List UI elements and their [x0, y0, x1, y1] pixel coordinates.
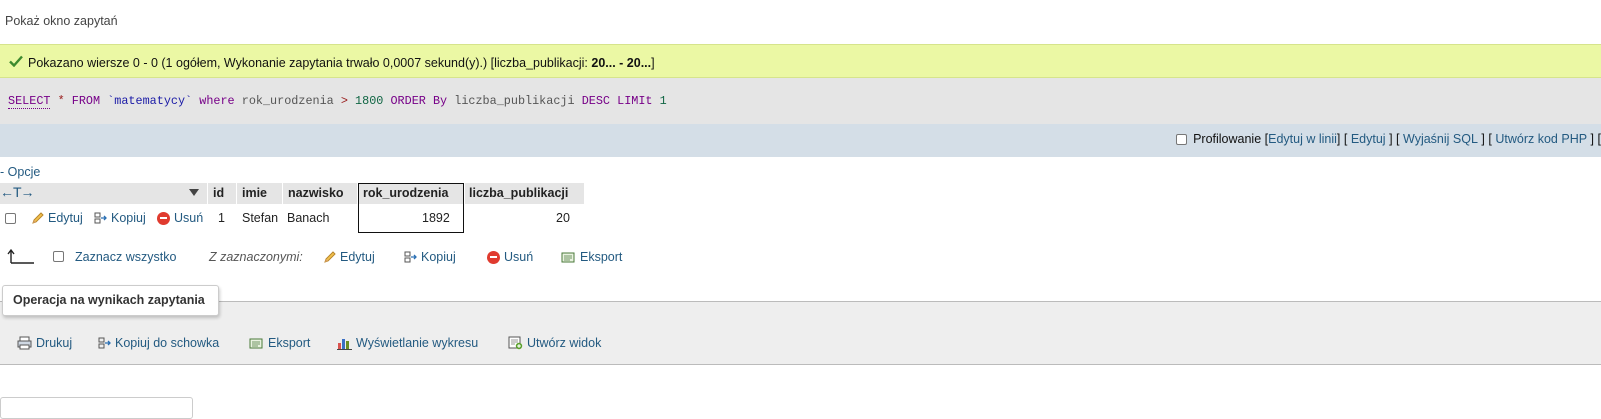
copy-to-clipboard-label: Kopiuj do schowka [115, 336, 220, 350]
sql-table-name: `matematycy` [107, 94, 193, 108]
bracket: ] [1389, 132, 1393, 146]
options-link[interactable]: - Opcje [0, 165, 40, 179]
copy-icon [404, 251, 417, 263]
create-view-label: Utwórz widok [527, 336, 602, 350]
profiling-checkbox[interactable] [1176, 133, 1188, 145]
column-separator [236, 183, 237, 204]
cell-liczba-publikacji[interactable]: 20 [556, 211, 570, 225]
show-query-window-link[interactable]: Pokaż okno zapytań [5, 14, 118, 28]
bracket: [ [1343, 132, 1348, 146]
bulk-edit-button[interactable]: Edytuj [323, 250, 375, 264]
query-results-operations-title: Operacja na wynikach zapytania [2, 285, 219, 316]
query-results-operations-panel: Drukuj Kopiuj do schowka Eksport Wyświet… [0, 301, 1601, 365]
export-icon [561, 252, 575, 262]
bracket: ] [1336, 132, 1341, 146]
bracket: [ [1396, 132, 1400, 146]
sql-column: rok_urodzenia [241, 94, 334, 108]
display-chart-label: Wyświetlanie wykresu [356, 336, 479, 350]
bulk-delete-label: Usuń [504, 250, 534, 264]
bulk-export-label: Eksport [580, 250, 623, 264]
sql-operator: > [340, 94, 348, 108]
sql-column: liczba_publikacji [454, 94, 575, 108]
bracket: ] [1590, 132, 1595, 146]
sql-keyword: ORDER [390, 94, 426, 108]
delete-icon [157, 211, 170, 225]
copy-icon [94, 212, 107, 224]
arrow-up-icon [7, 248, 34, 264]
display-chart-button[interactable]: Wyświetlanie wykresu [337, 336, 478, 350]
profiling-label: Profilowanie [1193, 132, 1262, 146]
pencil-icon [324, 251, 336, 263]
row-edit-button[interactable]: Edytuj [31, 211, 83, 225]
export-label: Eksport [268, 336, 311, 350]
sql-keyword: LIMIt [617, 94, 653, 108]
success-message-bar: Pokazano wiersze 0 - 0 (1 ogółem, Wykona… [0, 44, 1601, 78]
bulk-delete-button[interactable]: Usuń [487, 250, 533, 264]
edit-link[interactable]: Edytuj [1351, 132, 1386, 146]
column-separator [464, 183, 465, 204]
explain-sql-link[interactable]: Wyjaśnij SQL [1403, 132, 1478, 146]
printer-icon [17, 336, 32, 350]
pencil-icon [32, 212, 44, 224]
column-header-id[interactable]: id [213, 186, 224, 200]
profiling-toolbar: Profilowanie [ Edytuj w linii] [ Edytuj ]… [0, 124, 1601, 157]
cell-id[interactable]: 1 [218, 211, 225, 225]
sql-keyword: where [199, 94, 235, 108]
row-delete-label: Usuń [174, 211, 204, 225]
bracket: ] [1481, 132, 1485, 146]
results-table-header: ←T→ id imie nazwisko rok_urodzenia liczb… [0, 183, 584, 204]
copy-to-clipboard-button[interactable]: Kopiuj do schowka [98, 336, 219, 350]
sql-keyword: FROM [71, 94, 101, 108]
export-icon [249, 338, 263, 348]
column-separator [282, 183, 283, 204]
row-checkbox[interactable] [5, 213, 16, 224]
sql-number: 1 [659, 94, 667, 108]
chevron-down-icon[interactable] [189, 189, 199, 196]
checkmark-icon [9, 55, 23, 67]
row-copy-button[interactable]: Kopiuj [94, 211, 146, 225]
select-all-link[interactable]: Zaznacz wszystko [75, 250, 176, 264]
row-edit-label: Edytuj [48, 211, 83, 225]
bulk-export-button[interactable]: Eksport [561, 250, 622, 264]
print-label: Drukuj [36, 336, 73, 350]
sql-operator: * [57, 94, 65, 108]
column-header-imie[interactable]: imie [242, 186, 267, 200]
delete-icon [487, 250, 500, 264]
bookmark-panel-edge [0, 397, 193, 419]
column-header-nazwisko[interactable]: nazwisko [288, 186, 344, 200]
bulk-edit-label: Edytuj [340, 250, 375, 264]
options-label: Opcje [7, 165, 41, 179]
print-button[interactable]: Drukuj [17, 336, 72, 350]
bulk-copy-label: Kopiuj [421, 250, 456, 264]
bulk-actions-bar: Zaznacz wszystko Z zaznaczonymi: Edytuj … [0, 247, 700, 267]
copy-icon [98, 337, 111, 349]
sql-keyword: DESC [581, 94, 611, 108]
sql-keyword[interactable]: SELECT [8, 94, 51, 109]
sql-keyword: By [432, 94, 448, 108]
cell-imie[interactable]: Stefan [242, 211, 278, 225]
column-separator [207, 183, 208, 204]
sql-number: 1800 [355, 94, 384, 108]
bar-chart-icon [337, 339, 352, 350]
create-view-icon [508, 336, 523, 350]
column-header-liczba-publikacji[interactable]: liczba_publikacji [469, 186, 568, 200]
with-selected-label: Z zaznaczonymi: [209, 250, 303, 264]
row-copy-label: Kopiuj [111, 211, 146, 225]
bracket: [ [1488, 132, 1492, 146]
success-message: Pokazano wiersze 0 - 0 (1 ogółem, Wykona… [28, 56, 655, 70]
export-button[interactable]: Eksport [249, 336, 310, 350]
edit-inline-link[interactable]: Edytuj w linii [1268, 132, 1337, 146]
table-row: Edytuj Kopiuj Usuń 1 Stefan Banach 1892 … [0, 205, 584, 233]
create-php-code-link[interactable]: Utwórz kod PHP [1495, 132, 1587, 146]
select-all-checkbox[interactable] [53, 251, 64, 262]
cell-nazwisko[interactable]: Banach [287, 211, 329, 225]
column-resize-arrows-icon[interactable]: ←T→ [0, 184, 35, 200]
row-delete-button[interactable]: Usuń [157, 211, 203, 225]
cell-rok-urodzenia[interactable]: 1892 [422, 211, 450, 225]
bracket: [ [1597, 132, 1601, 146]
sql-query-display[interactable]: SELECT * FROM `matematycy` where rok_uro… [0, 78, 1601, 124]
create-view-button[interactable]: Utwórz widok [508, 336, 601, 350]
bulk-copy-button[interactable]: Kopiuj [404, 250, 456, 264]
